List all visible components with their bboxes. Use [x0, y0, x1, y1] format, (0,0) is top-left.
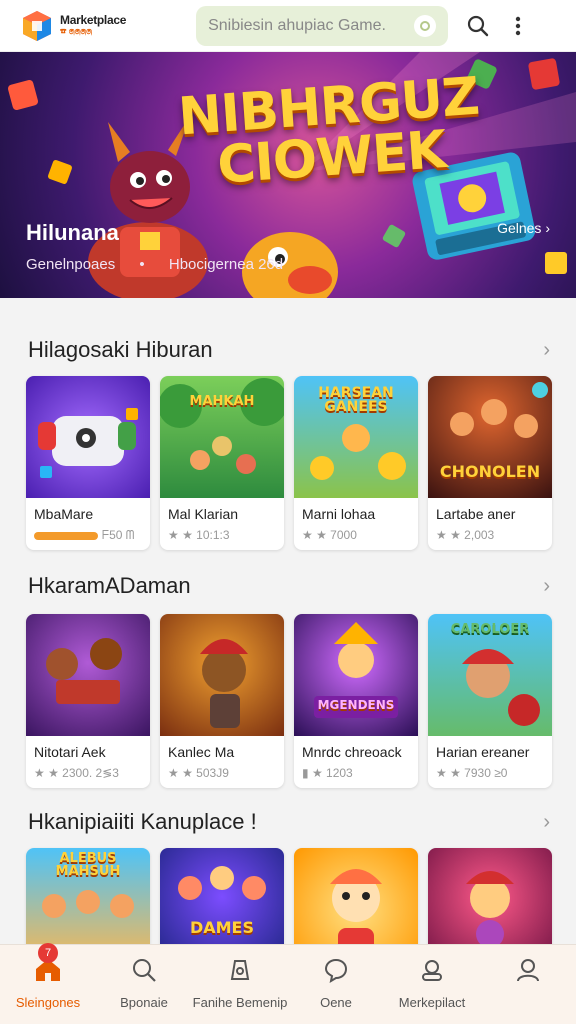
game-meta: ★ ★ 7000 — [302, 528, 357, 542]
section-title: Hkanipiaiiti Kanuplace ! — [28, 809, 257, 834]
section-2: HkaramADaman › Nitotari Aek ★ ★ 2300. 2≶… — [0, 566, 576, 788]
chevron-right-icon[interactable]: › — [543, 575, 550, 598]
game-meta: ᖴ50 ᗰ — [34, 528, 144, 543]
game-title: Harian ereaner — [436, 744, 530, 760]
search-icon — [467, 15, 489, 36]
thumbnail-logo: CAROLOER — [450, 622, 530, 637]
hero-game-name: Hilunana — [26, 220, 119, 245]
nav-games[interactable]: Fanihe Bemenip — [192, 945, 288, 1024]
game-thumbnail: CHONOLEN — [428, 376, 552, 498]
game-card[interactable]: Kanlec Ma ★ ★ 503J9 — [160, 614, 284, 788]
game-title: Nitotari Aek — [34, 744, 106, 760]
section-title: Hilagosaki Hiburan — [28, 337, 213, 362]
game-meta: ★ ★ 10:1:3 — [168, 528, 230, 542]
hero-more-link[interactable]: Gelnes › — [497, 220, 550, 236]
section-header[interactable]: Hkanipiaiiti Kanuplace ! › — [0, 802, 576, 842]
brand-subtitle: ☎ ෧෧෧෧ — [60, 26, 92, 37]
game-title: Mnrdc chreoack — [302, 744, 402, 760]
section-header[interactable]: Hilagosaki Hiburan › — [0, 330, 576, 370]
game-thumbnail — [160, 614, 284, 736]
bottom-nav: 7 Sleingones Bponaie Fanihe Bemenip Oene… — [0, 943, 576, 1024]
game-thumbnail — [26, 614, 150, 736]
card-row: MbaMare ᖴ50 ᗰ MAHKAH Mal Klarian ★ ★ 10:… — [0, 376, 576, 550]
hero-meta-info: Hbocigernea 26d — [168, 256, 284, 273]
game-card[interactable]: HARSEAN GANEES Marni lohaa ★ ★ 7000 — [294, 376, 418, 550]
chat-icon — [324, 958, 348, 983]
thumbnail-logo: DAMES — [189, 918, 255, 937]
chevron-right-icon[interactable]: › — [543, 339, 550, 362]
game-meta: ★ ★ 2,003 — [436, 528, 495, 542]
nav-chat[interactable]: Oene — [288, 945, 384, 1024]
game-card[interactable]: Nitotari Aek ★ ★ 2300. 2≶3 — [26, 614, 150, 788]
game-meta: ★ ★ 503J9 — [168, 766, 229, 780]
game-thumbnail: MAHKAH — [160, 376, 284, 498]
thumbnail-logo: HARSEAN GANEES — [318, 385, 394, 415]
hero-meta: Genelnpoaes • Hbocigernea 26d — [26, 256, 303, 273]
search-icon — [133, 959, 156, 982]
game-thumbnail: CAROLOER — [428, 614, 552, 736]
game-meta-text: ᖴ50 ᗰ — [102, 528, 135, 542]
game-card[interactable]: CHONOLEN Lartabe aner ★ ★ 2,003 — [428, 376, 552, 550]
nav-label: Bponaie — [120, 995, 168, 1010]
hero-title: NIBHRGUZ CIOWEK — [176, 67, 483, 196]
more-vertical-icon — [515, 16, 521, 35]
search-bar[interactable]: Snibiesin ahupiac Game. — [196, 5, 449, 46]
card-row: Nitotari Aek ★ ★ 2300. 2≶3 Kanlec Ma ★ ★… — [0, 614, 576, 788]
app-logo-icon[interactable] — [20, 9, 54, 43]
nav-label: Oene — [320, 995, 352, 1010]
hero-meta-separator: • — [139, 256, 145, 273]
game-title: MbaMare — [34, 506, 94, 522]
game-title: Lartabe aner — [436, 506, 516, 522]
brand: Marketplace ☎ ෧෧෧෧ — [60, 14, 126, 36]
game-card[interactable]: CAROLOER Harian ereaner ★ ★ 7930 ≥0 — [428, 614, 552, 788]
game-meta: ▮ ★ 1203 — [302, 766, 353, 780]
game-title: Mal Klarian — [168, 506, 239, 522]
hero-meta-genre: Genelnpoaes — [26, 256, 116, 273]
game-meta: ★ ★ 2300. 2≶3 — [34, 766, 119, 780]
game-title: Kanlec Ma — [168, 744, 235, 760]
more-menu-button[interactable] — [500, 8, 536, 44]
thumbnail-logo: ALEBUS MAHSUH — [55, 851, 121, 879]
game-meta: ★ ★ 7930 ≥0 — [436, 766, 508, 780]
game-thumbnail: HARSEAN GANEES — [294, 376, 418, 498]
nav-store[interactable]: Merkepilact — [384, 945, 480, 1024]
nav-profile[interactable] — [480, 945, 576, 1024]
nav-label: Merkepilact — [398, 995, 466, 1010]
nav-search[interactable]: Bponaie — [96, 945, 192, 1024]
nav-label: Sleingones — [15, 995, 81, 1010]
nav-home[interactable]: 7 Sleingones — [0, 943, 96, 1024]
game-card[interactable]: MbaMare ᖴ50 ᗰ — [26, 376, 150, 550]
game-card[interactable]: MGENDENS Mnrdc chreoack ▮ ★ 1203 — [294, 614, 418, 788]
game-icon — [230, 960, 250, 980]
game-title: Marni lohaa — [302, 506, 376, 522]
chevron-right-icon[interactable]: › — [543, 811, 550, 834]
game-thumbnail — [26, 376, 150, 498]
thumbnail-logo: MGENDENS — [317, 698, 395, 712]
game-thumbnail: MGENDENS — [294, 614, 418, 736]
thumbnail-logo: MAHKAH — [189, 394, 255, 409]
voice-search-icon[interactable] — [414, 14, 437, 37]
section-title: HkaramADaman — [28, 573, 191, 598]
promo-badge — [34, 531, 98, 540]
game-card[interactable]: MAHKAH Mal Klarian ★ ★ 10:1:3 — [160, 376, 284, 550]
profile-icon — [517, 959, 539, 982]
section-header[interactable]: HkaramADaman › — [0, 566, 576, 606]
search-button[interactable] — [460, 8, 496, 44]
thumbnail-logo: CHONOLEN — [439, 462, 541, 481]
top-bar: Marketplace ☎ ෧෧෧෧ Snibiesin ahupiac Gam… — [0, 0, 576, 52]
section-1: Hilagosaki Hiburan › MbaMare ᖴ50 ᗰ MAHKA… — [0, 330, 576, 550]
store-icon — [422, 960, 442, 981]
notification-badge: 7 — [38, 943, 58, 963]
hero-banner[interactable]: NIBHRGUZ CIOWEK Hilunana Genelnpoaes • H… — [0, 52, 576, 298]
search-input[interactable]: Snibiesin ahupiac Game. — [208, 17, 414, 35]
nav-label: Fanihe Bemenip — [192, 995, 288, 1010]
